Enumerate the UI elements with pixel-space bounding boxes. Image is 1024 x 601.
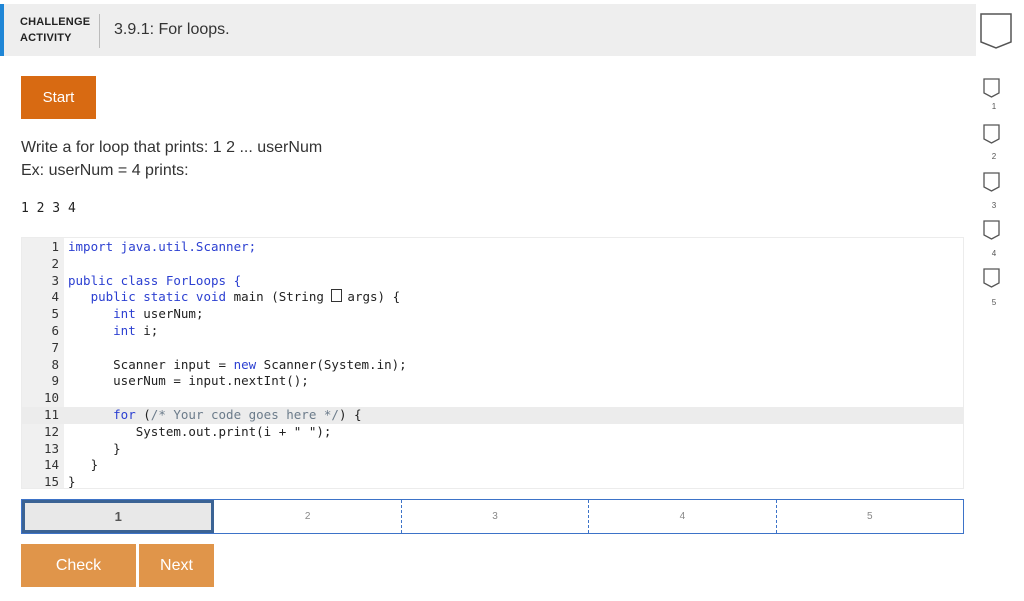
step-2[interactable]: 2 bbox=[214, 500, 402, 533]
code-text: } bbox=[113, 440, 121, 456]
header-divider bbox=[99, 14, 100, 48]
line-number: 2 bbox=[51, 255, 59, 271]
example-output: 1 2 3 4 bbox=[21, 201, 76, 216]
code-line: 6 int i; bbox=[22, 323, 963, 340]
line-number: 10 bbox=[43, 390, 59, 406]
progress-sidebar: 1 2 3 4 5 bbox=[976, 0, 1024, 601]
code-text: userNum = input.nextInt(); bbox=[113, 373, 309, 389]
line-number: 11 bbox=[43, 406, 59, 422]
code-line: 13 } bbox=[22, 441, 963, 458]
instructions-line-2: Ex: userNum = 4 prints: bbox=[21, 162, 189, 179]
line-number: 15 bbox=[43, 474, 59, 489]
activity-type-line2: ACTIVITY bbox=[20, 32, 72, 44]
level-3-label: 3 bbox=[991, 201, 997, 210]
code-keyword: new bbox=[233, 356, 257, 372]
code-text: ) { bbox=[338, 406, 362, 422]
code-comment: /* Your code goes here */ bbox=[150, 406, 339, 422]
code-line: 10 bbox=[22, 390, 963, 407]
code-line: 4 public static void main (String args) … bbox=[22, 289, 963, 306]
line-number: 5 bbox=[51, 306, 59, 322]
level-step-bar: 1 2 3 4 5 bbox=[21, 499, 964, 534]
line-number: 4 bbox=[51, 289, 59, 305]
code-text: ( bbox=[135, 406, 151, 422]
step-5[interactable]: 5 bbox=[776, 500, 964, 533]
completion-shield-icon bbox=[979, 12, 1013, 50]
step-1[interactable]: 1 bbox=[22, 500, 215, 533]
code-text: public class ForLoops { bbox=[68, 272, 242, 288]
code-line: 3 public class ForLoops { bbox=[22, 273, 963, 290]
code-line: 2 bbox=[22, 256, 963, 273]
code-keyword: for bbox=[113, 406, 136, 422]
code-text: args) { bbox=[347, 289, 401, 305]
code-text: import java.util.Scanner; bbox=[68, 239, 257, 254]
level-1-label: 1 bbox=[991, 102, 997, 111]
instructions-line-1: Write a for loop that prints: 1 2 ... us… bbox=[21, 139, 323, 156]
code-line: 1 import java.util.Scanner; bbox=[22, 239, 963, 256]
level-4-shield-icon bbox=[983, 220, 1000, 240]
line-number: 14 bbox=[43, 457, 59, 473]
line-number: 6 bbox=[51, 322, 59, 338]
code-line: 9 userNum = input.nextInt(); bbox=[22, 373, 963, 390]
level-4-label: 4 bbox=[991, 249, 997, 258]
activity-title: 3.9.1: For loops. bbox=[114, 21, 230, 38]
line-number: 3 bbox=[51, 272, 59, 288]
level-1-shield-icon bbox=[983, 78, 1000, 98]
code-editor[interactable]: 1 import java.util.Scanner; 2 3 public cla… bbox=[21, 237, 964, 489]
code-line: 5 int userNum; bbox=[22, 306, 963, 323]
challenge-activity: CHALLENGE ACTIVITY 3.9.1: For loops. Sta… bbox=[0, 0, 976, 601]
line-number: 9 bbox=[51, 373, 59, 389]
missing-glyph-box bbox=[331, 289, 343, 303]
activity-type-label: CHALLENGE ACTIVITY bbox=[20, 14, 90, 46]
level-3-shield-icon bbox=[983, 172, 1000, 192]
code-text: i; bbox=[143, 322, 159, 338]
level-2-shield-icon bbox=[983, 124, 1000, 144]
code-text: } bbox=[90, 457, 99, 473]
line-number: 8 bbox=[51, 356, 59, 372]
line-number: 7 bbox=[51, 339, 59, 355]
code-text: main (String bbox=[233, 289, 332, 305]
line-number: 12 bbox=[43, 423, 59, 439]
line-number: 13 bbox=[43, 440, 59, 456]
level-2-label: 2 bbox=[991, 152, 997, 161]
code-line: 15} bbox=[22, 474, 963, 489]
code-line-active[interactable]: 11 for (/* Your code goes here */) { bbox=[22, 406, 963, 424]
level-5-label: 5 bbox=[991, 298, 997, 307]
code-text: System.out.print(i + " "); bbox=[135, 423, 332, 439]
step-4[interactable]: 4 bbox=[589, 500, 777, 533]
code-keyword: int bbox=[113, 322, 136, 338]
instructions: Write a for loop that prints: 1 2 ... us… bbox=[21, 136, 322, 182]
code-line: 8 Scanner input = new Scanner(System.in)… bbox=[22, 357, 963, 374]
activity-type-line1: CHALLENGE bbox=[20, 16, 91, 28]
code-line: 7 bbox=[22, 340, 963, 357]
code-keyword: int bbox=[113, 306, 136, 322]
code-text: } bbox=[68, 474, 76, 489]
line-number: 1 bbox=[51, 239, 59, 254]
code-text: Scanner(System.in); bbox=[256, 356, 407, 372]
level-5-shield-icon bbox=[983, 268, 1000, 288]
code-text: Scanner input = bbox=[113, 356, 234, 372]
code-line: 14 } bbox=[22, 457, 963, 474]
next-button[interactable]: Next bbox=[139, 544, 214, 587]
start-button[interactable]: Start bbox=[21, 76, 96, 119]
code-text: userNum; bbox=[143, 306, 204, 322]
check-button[interactable]: Check bbox=[21, 544, 136, 587]
activity-header: CHALLENGE ACTIVITY 3.9.1: For loops. bbox=[0, 4, 976, 56]
code-line: 12 System.out.print(i + " "); bbox=[22, 424, 963, 441]
code-keyword: public static void bbox=[90, 289, 227, 305]
step-3[interactable]: 3 bbox=[401, 500, 590, 533]
